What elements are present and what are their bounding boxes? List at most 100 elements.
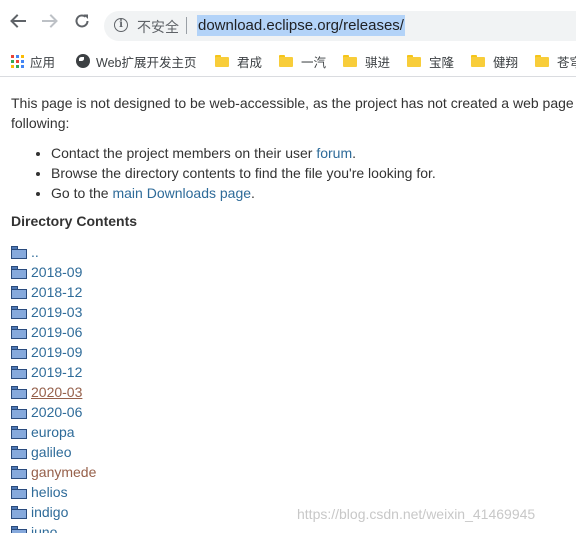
folder-icon	[11, 485, 27, 499]
folder-icon	[407, 55, 421, 67]
directory-listing: .. 2018-09 2018-12 2019-03 2019-06 2019-09 201…	[11, 242, 96, 533]
bookmark-label: 苍穹	[557, 55, 576, 70]
info-icon[interactable]: i	[114, 18, 128, 32]
list-item: Contact the project members on their use…	[51, 143, 436, 163]
folder-icon	[11, 465, 27, 479]
directory-link[interactable]: 2018-09	[31, 264, 82, 280]
forum-link[interactable]: forum	[316, 145, 352, 161]
bookmark-label: 一汽	[301, 55, 327, 70]
intro-paragraph: This page is not designed to be web-acce…	[11, 93, 576, 133]
watermark: https://blog.csdn.net/weixin_41469945	[297, 506, 536, 522]
directory-link[interactable]: ..	[31, 244, 39, 260]
directory-entry: juno	[11, 522, 96, 533]
directory-entry: europa	[11, 422, 96, 442]
omnibox-divider	[186, 17, 187, 34]
directory-link[interactable]: 2019-03	[31, 304, 82, 320]
help-list: Contact the project members on their use…	[11, 143, 436, 203]
directory-entry: 2018-09	[11, 262, 96, 282]
list-item: Go to the main Downloads page.	[51, 183, 436, 203]
directory-entry: ganymede	[11, 462, 96, 482]
directory-entry: 2019-09	[11, 342, 96, 362]
forward-arrow-icon	[42, 14, 58, 28]
bookmark-label: 骐进	[365, 55, 391, 70]
directory-contents-title: Directory Contents	[11, 213, 138, 229]
bookmark-folder-baolong[interactable]: 宝隆	[407, 52, 454, 70]
back-button[interactable]	[6, 9, 30, 33]
bookmark-label: 宝隆	[429, 55, 455, 70]
folder-icon	[11, 385, 27, 399]
folder-icon	[11, 425, 27, 439]
bullet-text: .	[352, 145, 357, 161]
folder-icon	[11, 525, 27, 533]
directory-link[interactable]: helios	[31, 484, 68, 500]
folder-icon	[11, 265, 27, 279]
bookmark-folder-jianxiang[interactable]: 健翔	[471, 52, 518, 70]
directory-link[interactable]: galileo	[31, 444, 71, 460]
security-label[interactable]: 不安全	[137, 17, 179, 37]
directory-link[interactable]: 2019-09	[31, 344, 82, 360]
directory-entry: helios	[11, 482, 96, 502]
back-arrow-icon	[10, 14, 26, 28]
directory-link[interactable]: 2019-12	[31, 364, 82, 380]
address-bar[interactable]: i 不安全 download.eclipse.org/releases/	[104, 11, 576, 41]
directory-entry: 2019-03	[11, 302, 96, 322]
page-content: This page is not designed to be web-acce…	[0, 77, 576, 533]
bookmark-folder-cangqiong[interactable]: 苍穹	[535, 52, 576, 70]
folder-icon	[279, 55, 293, 67]
directory-link[interactable]: 2018-12	[31, 284, 82, 300]
folder-icon	[11, 445, 27, 459]
reload-icon	[75, 14, 89, 28]
bullet-text: .	[251, 185, 255, 201]
directory-entry: 2020-03	[11, 382, 96, 402]
bookmark-folder-junch[interactable]: 君成	[215, 52, 262, 70]
folder-icon	[343, 55, 357, 67]
bookmarks-bar: 应用 Web扩展开发主页 君成 一汽 骐进 宝隆 健翔 苍穹	[0, 44, 576, 77]
folder-icon	[11, 325, 27, 339]
folder-icon	[11, 505, 27, 519]
folder-icon	[11, 345, 27, 359]
folder-icon	[11, 285, 27, 299]
directory-link[interactable]: indigo	[31, 504, 68, 520]
directory-entry: 2018-12	[11, 282, 96, 302]
bullet-text: Browse the directory contents to find th…	[51, 165, 436, 181]
folder-icon	[11, 245, 27, 259]
directory-link[interactable]: juno	[31, 524, 57, 533]
directory-link[interactable]: 2020-06	[31, 404, 82, 420]
folder-icon	[215, 55, 229, 67]
bookmark-label: 应用	[30, 55, 56, 70]
bookmark-folder-qijin[interactable]: 骐进	[343, 52, 390, 70]
directory-link[interactable]: europa	[31, 424, 75, 440]
bookmark-label: 健翔	[493, 55, 519, 70]
bullet-text: Contact the project members on their use…	[51, 145, 317, 161]
browser-toolbar: i 不安全 download.eclipse.org/releases/	[0, 0, 576, 42]
directory-entry: 2019-06	[11, 322, 96, 342]
intro-line-2: following:	[11, 115, 70, 131]
intro-line-1: This page is not designed to be web-acce…	[11, 95, 574, 111]
folder-icon	[11, 405, 27, 419]
bookmark-label: Web扩展开发主页	[96, 55, 197, 70]
url-text[interactable]: download.eclipse.org/releases/	[197, 15, 405, 36]
folder-icon	[471, 55, 485, 67]
folder-icon	[11, 365, 27, 379]
folder-icon	[11, 305, 27, 319]
bookmark-folder-yiqi[interactable]: 一汽	[279, 52, 326, 70]
apps-grid-icon	[11, 54, 24, 68]
directory-entry: galileo	[11, 442, 96, 462]
reload-button[interactable]	[70, 9, 94, 33]
list-item: Browse the directory contents to find th…	[51, 163, 436, 183]
directory-entry: 2019-12	[11, 362, 96, 382]
directory-entry: 2020-06	[11, 402, 96, 422]
directory-entry: indigo	[11, 502, 96, 522]
bookmark-label: 君成	[237, 55, 263, 70]
bookmark-web-extension[interactable]: Web扩展开发主页	[76, 52, 196, 70]
directory-link[interactable]: 2020-03	[31, 384, 82, 400]
globe-icon	[76, 54, 90, 68]
main-downloads-link[interactable]: main Downloads page	[112, 185, 251, 201]
directory-link[interactable]: 2019-06	[31, 324, 82, 340]
forward-button[interactable]	[38, 9, 62, 33]
bullet-text: Go to the	[51, 185, 113, 201]
folder-icon	[535, 55, 549, 67]
directory-entry: ..	[11, 242, 96, 262]
directory-link[interactable]: ganymede	[31, 464, 96, 480]
bookmark-apps[interactable]: 应用	[11, 52, 55, 70]
